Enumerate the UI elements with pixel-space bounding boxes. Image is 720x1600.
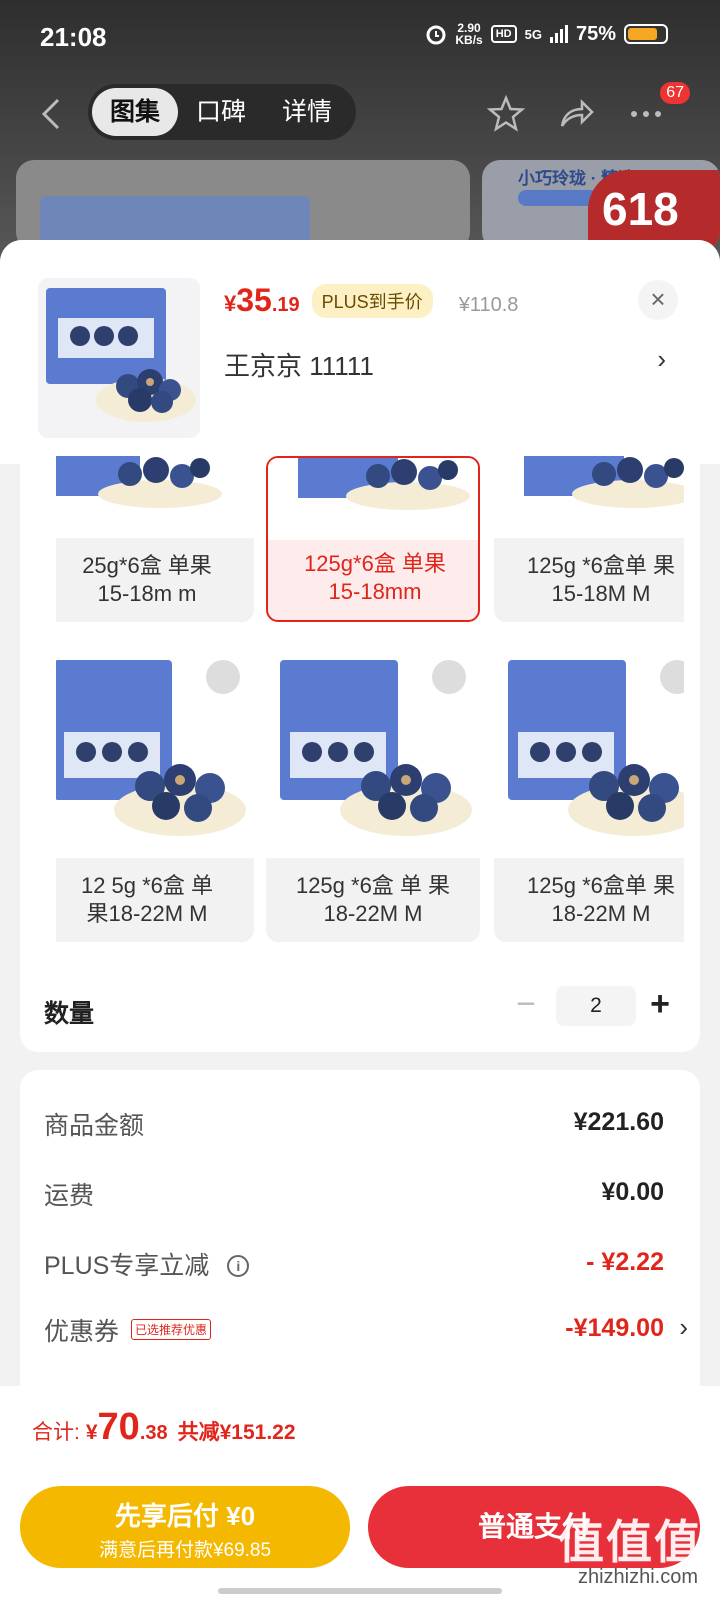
sheet-header: ¥ 35 .19 PLUS到手价 ¥110.8 × 王京京 11111 › xyxy=(0,240,720,464)
product-thumbnail xyxy=(38,278,200,438)
coupon-label: 优惠券 已选推荐优惠 xyxy=(44,1312,212,1348)
spec-label: 125g *6盒单 果 15-18M M xyxy=(527,553,675,606)
alarm-icon xyxy=(426,25,446,45)
info-icon[interactable]: i xyxy=(227,1255,250,1277)
zoom-icon[interactable] xyxy=(206,660,240,694)
spec-option-3[interactable]: 125g *6盒单 果 15-18M M xyxy=(494,456,684,622)
spec-option-6[interactable]: 125g *6盒单 果 18-22M M xyxy=(494,646,684,942)
signal-icon: 5G xyxy=(524,26,542,42)
shipping-value: ¥0.00 xyxy=(601,1178,664,1206)
shipping-label: 运费 xyxy=(44,1182,95,1210)
status-icons: 2.90 KB/s HD 5G 75% xyxy=(425,22,668,46)
watermark-url: zhizhizhi.com xyxy=(577,1566,698,1588)
plus-price-tag: PLUS到手价 xyxy=(311,283,433,318)
goods-amount-value: ¥221.60 xyxy=(573,1108,664,1136)
total-saving: 共减¥151.22 xyxy=(177,1421,296,1444)
quantity-decrease-button[interactable]: − xyxy=(508,984,544,1024)
tab-gallery[interactable]: 图集 xyxy=(92,88,178,136)
price-symbol: ¥ xyxy=(224,291,237,316)
spec-option-1[interactable]: 25g*6盒 单果 15-18m m xyxy=(56,456,254,622)
quantity-label: 数量 xyxy=(44,1000,95,1028)
total-bar: 合计: ¥ 70 .38 共减¥151.22 xyxy=(0,1386,720,1472)
spec-label: 125g *6盒单 果 18-22M M xyxy=(527,873,675,926)
status-bar: 21:08 2.90 KB/s HD 5G 75% xyxy=(0,0,720,76)
pay-later-button[interactable]: 先享后付 ¥0 满意后再付款¥69.85 xyxy=(20,1486,350,1568)
fee-summary-card: 商品金额 ¥221.60 运费 ¥0.00 PLUS专享立减 i - ¥2.22 … xyxy=(20,1070,700,1410)
plus-discount-label: PLUS专享立减 i xyxy=(44,1246,250,1282)
signal-bars-icon xyxy=(549,25,568,43)
order-total: 合计: ¥ 70 .38 共减¥151.22 xyxy=(32,1406,296,1449)
spec-option-5[interactable]: 125g *6盒 单 果 18-22M M xyxy=(266,646,480,942)
pay-later-sublabel: 满意后再付款¥69.85 xyxy=(98,1540,272,1561)
shipping-address[interactable]: 王京京 11111 xyxy=(224,346,374,383)
spec-label: 125g *6盒 单 果 18-22M M xyxy=(295,873,451,926)
total-decimal: .38 xyxy=(139,1422,168,1444)
battery-percent: 75% xyxy=(575,22,616,45)
spec-label: 12 5g *6盒 单 果18-22M M xyxy=(80,873,214,926)
spec-grid-card: 25g*6盒 单果 15-18m m 125g*6盒 单果 15-18mm 12… xyxy=(20,456,700,1052)
status-time: 21:08 xyxy=(40,22,107,52)
total-integer: 70 xyxy=(97,1406,140,1448)
spec-label: 25g*6盒 单果 15-18m m xyxy=(82,553,212,606)
battery-icon xyxy=(624,24,668,44)
spec-image xyxy=(494,646,684,858)
network-speed: 2.90 KB/s xyxy=(455,21,483,47)
hd-icon: HD xyxy=(490,25,517,43)
original-price: ¥110.8 xyxy=(458,294,519,316)
background-cards: 小巧玲珑 · 精选 618 xyxy=(0,160,720,250)
price-decimal: .19 xyxy=(271,294,300,316)
fee-row-plus: PLUS专享立减 i - ¥2.22 xyxy=(44,1246,664,1286)
total-symbol: ¥ xyxy=(85,1421,98,1444)
total-label: 合计: xyxy=(32,1421,80,1444)
close-button[interactable]: × xyxy=(638,280,678,320)
background-main-image xyxy=(16,160,470,250)
coupon-recommended-tag: 已选推荐优惠 xyxy=(131,1319,212,1340)
coupon-value: -¥149.00 xyxy=(565,1314,664,1342)
fee-row-coupon[interactable]: 优惠券 已选推荐优惠 -¥149.00 › xyxy=(44,1312,688,1352)
background-promo-card: 小巧玲珑 · 精选 618 xyxy=(482,160,720,250)
plus-discount-value: - ¥2.22 xyxy=(586,1248,664,1276)
star-icon[interactable] xyxy=(486,94,526,134)
watermark-logo: 值值值 xyxy=(558,1516,702,1568)
fee-row-goods: 商品金额 ¥221.60 xyxy=(44,1106,664,1146)
spec-image xyxy=(56,456,254,538)
message-count-badge: 67 xyxy=(660,82,690,104)
spec-image xyxy=(494,456,684,538)
spec-option-2-selected[interactable]: 125g*6盒 单果 15-18mm xyxy=(266,456,480,622)
pay-later-label: 先享后付 ¥0 xyxy=(114,1501,256,1531)
share-icon[interactable] xyxy=(556,94,596,134)
chevron-right-icon[interactable]: › xyxy=(657,344,666,375)
spec-label: 125g*6盒 单果 15-18mm xyxy=(304,551,446,604)
price-integer: 35 xyxy=(236,282,272,318)
goods-amount-label: 商品金额 xyxy=(44,1112,145,1140)
back-arrow-icon[interactable] xyxy=(36,96,66,132)
home-indicator[interactable] xyxy=(218,1588,502,1594)
tab-details[interactable]: 详情 xyxy=(264,88,350,136)
chevron-right-icon[interactable]: › xyxy=(679,1312,688,1343)
fee-row-shipping: 运费 ¥0.00 xyxy=(44,1176,664,1216)
quantity-input[interactable]: 2 xyxy=(556,986,636,1026)
quantity-increase-button[interactable]: + xyxy=(642,984,678,1024)
badge-618: 618 xyxy=(588,170,720,250)
more-icon[interactable] xyxy=(626,94,666,134)
tab-reviews[interactable]: 口碑 xyxy=(178,88,264,136)
spec-image xyxy=(268,458,478,540)
top-nav: 图集 口碑 详情 67 xyxy=(0,82,720,144)
spec-option-4[interactable]: 12 5g *6盒 单 果18-22M M xyxy=(56,646,254,942)
spec-grid: 25g*6盒 单果 15-18m m 125g*6盒 单果 15-18mm 12… xyxy=(56,456,684,956)
tab-group: 图集 口碑 详情 xyxy=(88,84,356,140)
price-row: ¥ 35 .19 PLUS到手价 ¥110.8 xyxy=(224,282,518,319)
zoom-icon[interactable] xyxy=(432,660,466,694)
